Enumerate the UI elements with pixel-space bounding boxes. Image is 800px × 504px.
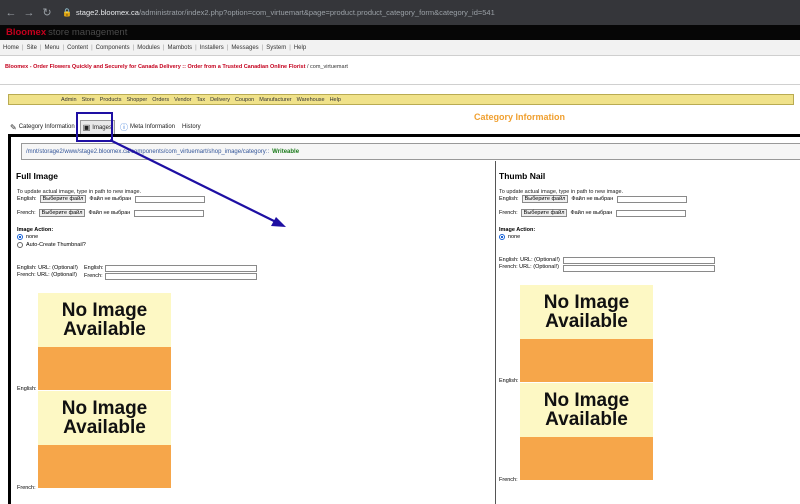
annotation-arrow: [109, 139, 286, 227]
screen: ← → ↻ 🔒 stage2.bloomex.ca/administrator/…: [0, 0, 800, 504]
